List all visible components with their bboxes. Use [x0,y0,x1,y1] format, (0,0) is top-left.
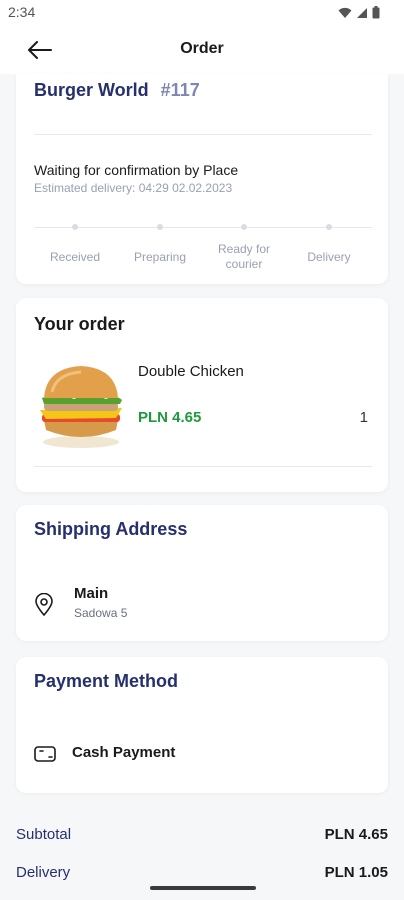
delivery-value: PLN 1.05 [324,864,388,881]
progress-step-ready: Ready for courier [217,242,271,271]
progress-step-delivery-dot [326,224,332,230]
status-icons [338,6,380,19]
subtotal-value: PLN 4.65 [324,826,388,843]
order-status-card: Burger World #117 Waiting for confirmatio… [16,74,388,284]
item-quantity: 1 [359,409,368,426]
status-bar: 2:34 [0,0,404,26]
progress-step-ready-dot [241,224,247,230]
signal-icon [357,7,367,18]
payment-method-label: Cash Payment [72,744,176,761]
shipping-address-card: Shipping Address Main Sadowa 5 [16,505,388,641]
progress-step-delivery: Delivery [307,250,351,264]
delivery-label: Delivery [16,864,71,881]
app-bar: Order [0,26,404,74]
restaurant-heading: Burger World #117 [34,80,200,101]
divider [34,134,372,135]
estimated-delivery: Estimated delivery: 04:29 02.02.2023 [34,181,233,195]
progress-step-preparing: Preparing [133,250,187,264]
subtotal-label: Subtotal [16,826,72,843]
progress-step-received: Received [49,250,101,264]
item-name: Double Chicken [138,363,244,380]
burger-image [40,366,122,448]
address-street: Sadowa 5 [74,606,128,620]
page-title: Order [180,40,224,57]
payment-method-card: Payment Method Cash Payment [16,657,388,793]
cash-icon [34,746,56,762]
wifi-icon [338,7,352,18]
home-indicator[interactable] [150,886,256,890]
your-order-card: Your order Double Chicken PLN 4.65 1 [16,298,388,492]
divider [34,466,372,467]
status-time: 2:34 [8,4,36,20]
shipping-address-title: Shipping Address [34,519,188,539]
order-number: #117 [160,80,200,100]
item-price: PLN 4.65 [138,409,202,426]
battery-icon [372,6,380,19]
map-pin-icon [35,593,53,617]
your-order-title: Your order [34,314,125,334]
progress-track [34,227,372,228]
payment-method-title: Payment Method [34,671,179,691]
progress-step-received-dot [72,224,78,230]
address-name: Main [74,585,109,602]
progress-step-preparing-dot [157,224,163,230]
order-status-text: Waiting for confirmation by Place [34,162,239,178]
restaurant-name: Burger World [34,80,149,100]
